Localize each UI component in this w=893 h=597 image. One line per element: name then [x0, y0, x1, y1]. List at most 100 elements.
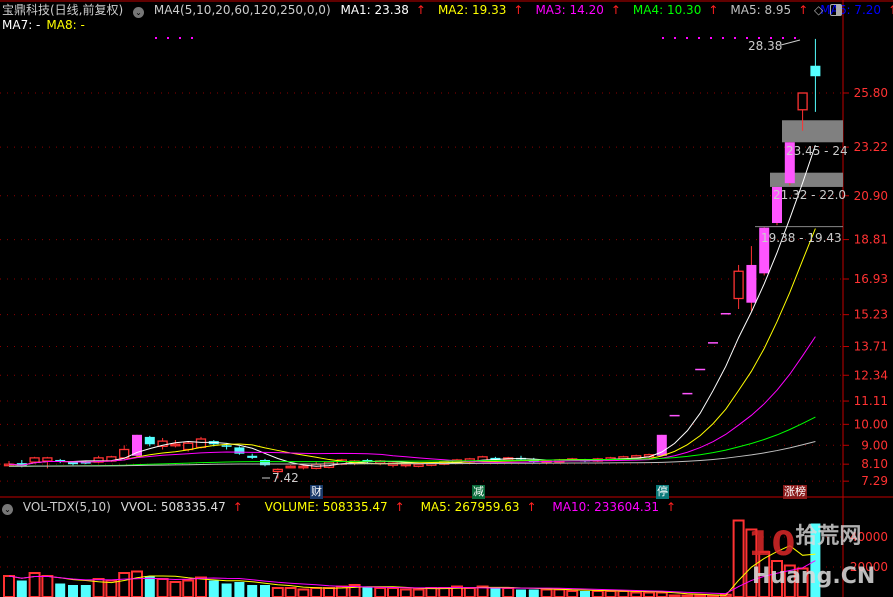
volume-bar — [169, 581, 182, 597]
candle-body — [195, 438, 207, 449]
signal-dot — [794, 37, 796, 39]
ma1-value: MA1: 23.38 ↑ — [340, 3, 426, 17]
volume-bar — [41, 575, 54, 597]
signal-dot — [758, 37, 760, 39]
volume-bar — [591, 590, 604, 597]
candle-body — [733, 270, 744, 300]
volume-bar — [566, 590, 579, 597]
candle-body — [656, 434, 667, 456]
price-axis-label: 10.00 — [854, 417, 888, 431]
price-axis-label: 11.11 — [854, 394, 888, 408]
finance-marker[interactable]: 财 — [310, 485, 323, 499]
volume-bar — [604, 590, 617, 597]
volume-bar — [260, 585, 270, 597]
reduce-marker[interactable]: 减 — [472, 485, 485, 499]
candle-body — [708, 342, 718, 344]
volume-bar — [208, 580, 219, 597]
signal-dot — [662, 37, 664, 39]
volume-bar — [553, 588, 566, 597]
price-axis-label: 20.90 — [854, 189, 888, 203]
volume-bar — [732, 519, 745, 597]
candle-body — [234, 447, 245, 454]
low-price-label: 7.42 — [272, 471, 299, 485]
price-axis-label: 13.71 — [854, 340, 888, 354]
watermark-text: Huang.CN — [752, 564, 875, 589]
volume-bar — [156, 578, 169, 597]
gap1-label: 23.45 - 24 — [786, 144, 848, 158]
candle-body — [695, 368, 706, 371]
price-axis-label: 25.80 — [854, 86, 888, 100]
candle-body — [247, 455, 258, 458]
price-axis-label: 23.22 — [854, 140, 888, 154]
volume-bar — [362, 586, 373, 597]
price-axis-label: 15.23 — [854, 308, 888, 322]
volume-bar — [323, 587, 335, 597]
volume-bar — [387, 587, 399, 597]
signal-dot — [191, 37, 193, 39]
volume-bar — [221, 583, 232, 597]
volume-bar — [463, 587, 476, 597]
volume-bar — [80, 585, 91, 597]
signal-dot — [155, 37, 157, 39]
gap2-label: 21.32 - 22.0 — [773, 188, 846, 202]
volume-indicator[interactable]: VOL-TDX(5,10) — [23, 500, 111, 514]
volume-options-icon[interactable]: ⌄ — [2, 504, 13, 515]
candle-body — [221, 445, 232, 447]
volume-bar — [399, 588, 412, 597]
price-axis-label: 9.00 — [861, 438, 888, 452]
volume-bar — [131, 570, 143, 597]
options-icon[interactable]: ⌄ — [133, 7, 145, 18]
volume-bar — [490, 588, 501, 597]
volume-bar — [412, 588, 425, 597]
vol-ma5-value: MA5: 267959.63 ↑ — [420, 500, 537, 514]
volume-bar — [234, 582, 245, 597]
volume-bar — [617, 590, 630, 597]
volume-bar — [144, 576, 155, 597]
ma3-value: MA3: 14.20 ↑ — [535, 3, 621, 17]
ma5-line — [8, 145, 816, 467]
gap-box — [770, 172, 843, 187]
signal-dot — [770, 37, 772, 39]
volume-bar — [630, 591, 643, 597]
candle-body — [746, 264, 757, 303]
indicator-name[interactable]: MA4(5,10,20,60,120,250,0,0) — [154, 3, 331, 17]
candle-body — [669, 414, 680, 417]
volume-bar — [374, 587, 387, 597]
halt-marker[interactable]: 停 — [656, 485, 669, 499]
signal-dot — [782, 37, 784, 39]
candle-body — [720, 312, 731, 315]
panel-toggle-icon[interactable] — [830, 4, 842, 16]
volume-bar — [55, 583, 66, 597]
candle-body — [285, 465, 296, 469]
volume-bar — [310, 587, 323, 597]
top-list-marker[interactable]: 涨榜 — [783, 485, 807, 499]
volume-bar — [247, 585, 258, 597]
ma5-value: MA5: 8.95 ↑ — [730, 3, 809, 17]
candle-body — [797, 92, 808, 111]
candle-body — [144, 436, 155, 445]
gap-box — [782, 120, 843, 143]
signal-dot — [710, 37, 712, 39]
high-price-label: 28.38 — [748, 39, 782, 53]
candle-body — [298, 465, 309, 469]
signal-dot — [674, 37, 676, 39]
price-axis-label: 12.34 — [854, 368, 888, 382]
candle-body — [183, 442, 194, 451]
candle-body — [29, 457, 40, 463]
signal-dot — [722, 37, 724, 39]
signal-dot — [167, 37, 169, 39]
candle-body — [170, 443, 181, 447]
volume-bar — [16, 580, 27, 597]
price-axis-label: 7.29 — [861, 474, 888, 488]
ma10-line — [8, 228, 816, 466]
chart-header: 宝鼎科技(日线,前复权) ⌄ MA4(5,10,20,60,120,250,0,… — [2, 3, 893, 18]
volume-bar — [438, 587, 451, 597]
ma7-value: MA7: - — [2, 18, 41, 32]
signal-dot — [686, 37, 688, 39]
ma-values: MA1: 23.38 ↑ MA2: 19.33 ↑ MA3: 14.20 ↑ MA4: 10… — [340, 3, 893, 17]
volume-value: VOLUME: 508335.47 ↑ — [264, 500, 405, 514]
diamond-icon[interactable]: ◇ — [814, 3, 823, 17]
volume-bar — [502, 587, 515, 597]
volume-bar — [3, 575, 15, 597]
ma4-value: MA4: 10.30 ↑ — [632, 3, 719, 17]
